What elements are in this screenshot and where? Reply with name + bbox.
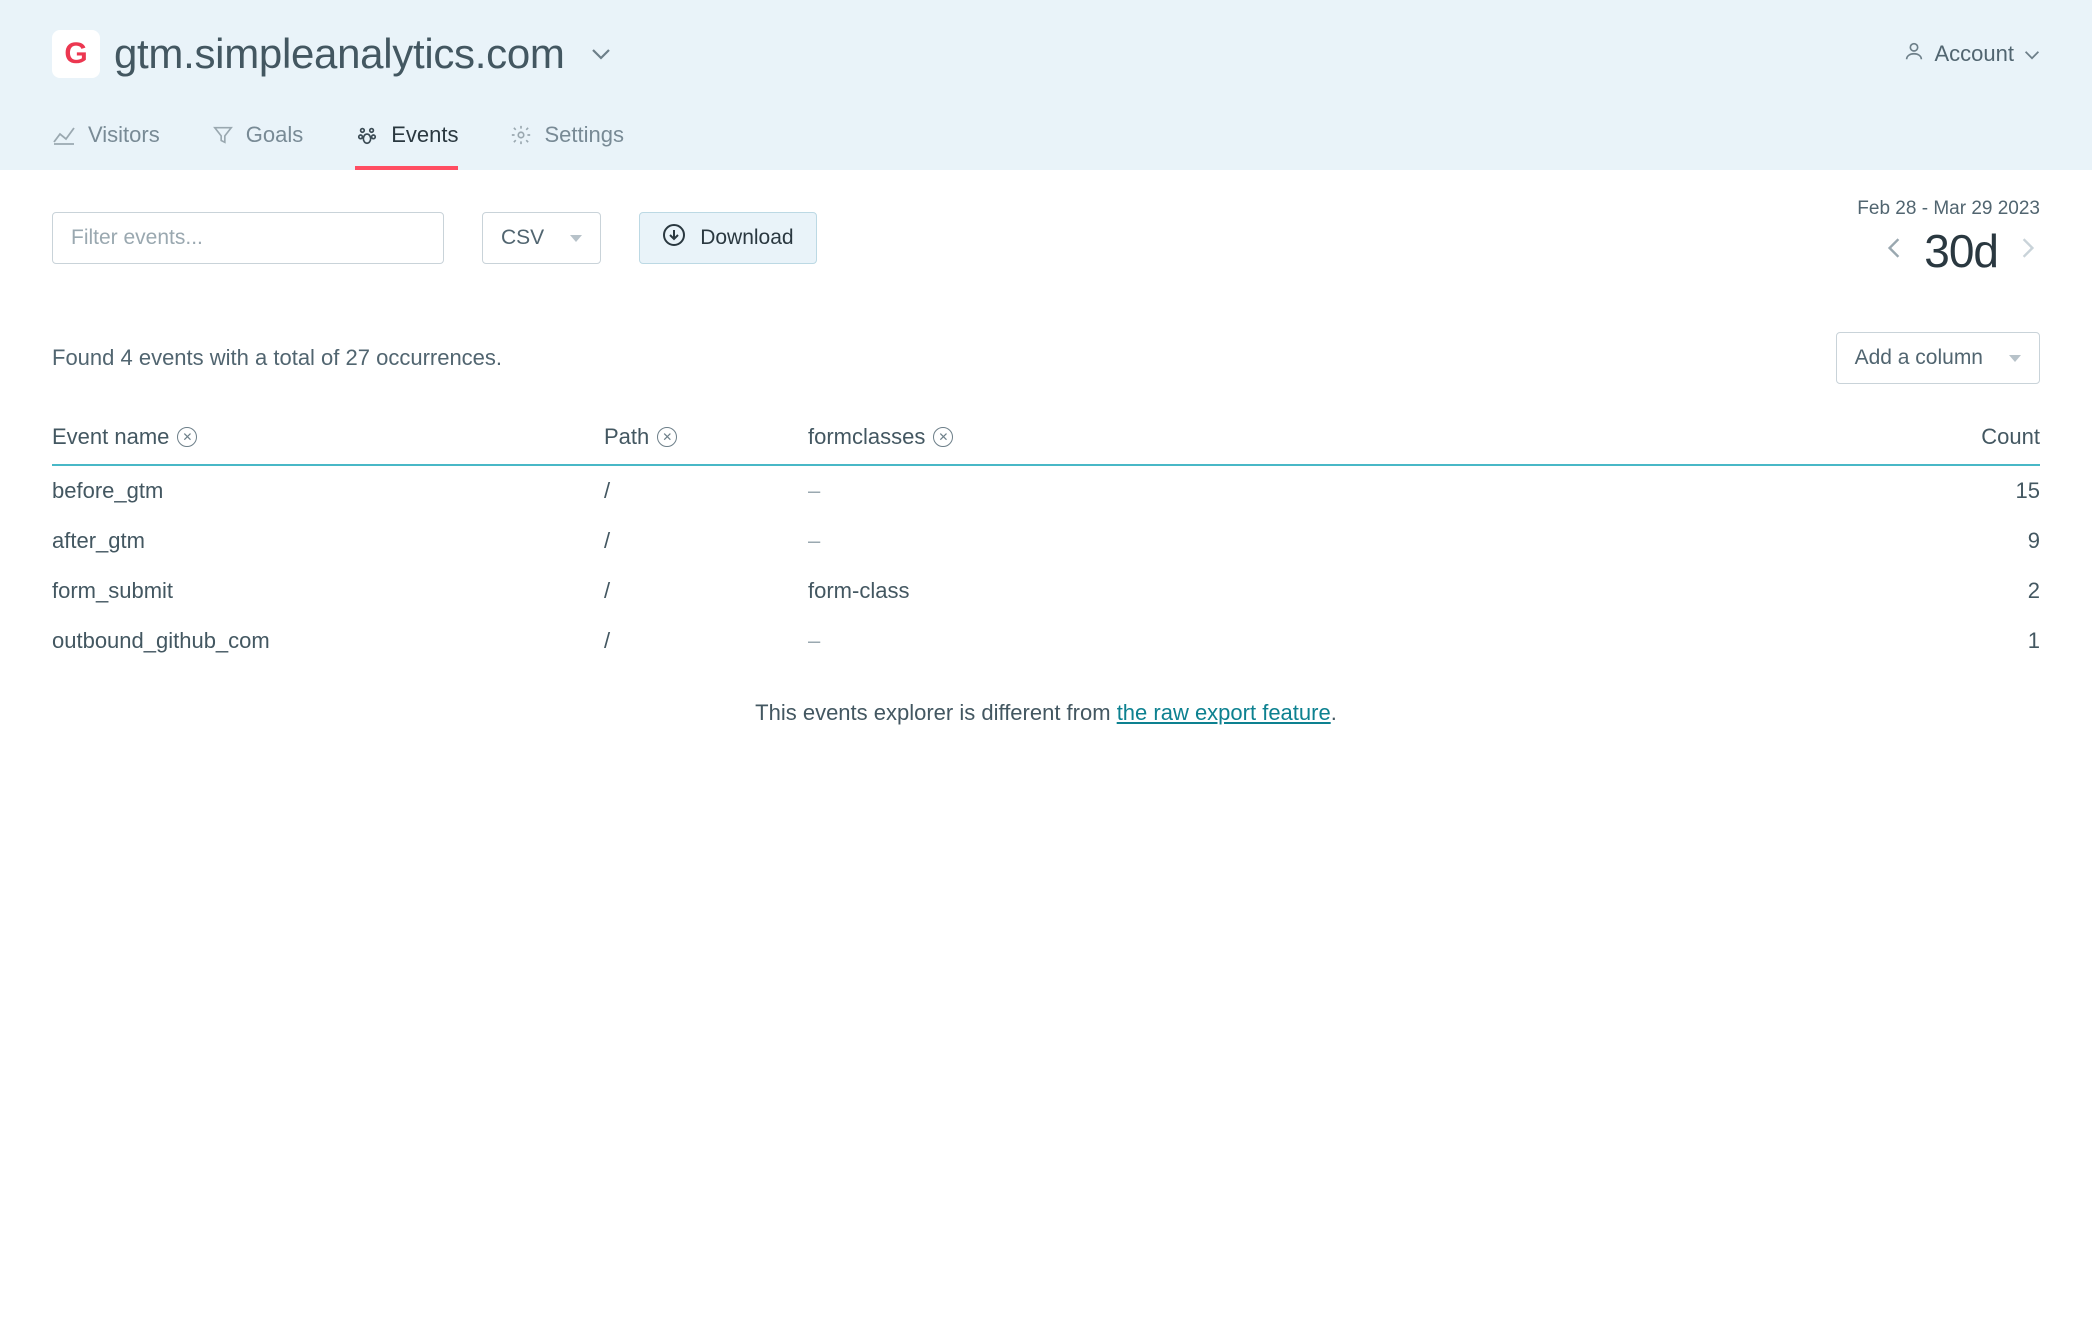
remove-column-icon[interactable]: ✕ [657, 427, 677, 447]
controls-row: CSV Download Feb 28 - Mar 29 2023 30d [52, 198, 2040, 278]
period-label[interactable]: 30d [1924, 224, 1998, 278]
footer-note: This events explorer is different from t… [52, 700, 2040, 726]
raw-export-link[interactable]: the raw export feature [1117, 700, 1331, 725]
export-format-select[interactable]: CSV [482, 212, 601, 264]
site-chevron-down-icon[interactable] [591, 47, 611, 61]
column-count[interactable]: Count [1920, 424, 2040, 450]
table-row[interactable]: form_submit / form-class 2 [52, 566, 2040, 616]
triangle-down-icon [2009, 355, 2021, 362]
table-header: Event name ✕ Path ✕ formclasses ✕ Count [52, 424, 2040, 466]
cell-formclasses: – [808, 528, 1920, 554]
column-path[interactable]: Path ✕ [604, 424, 808, 450]
tab-settings[interactable]: Settings [510, 114, 624, 170]
remove-column-icon[interactable]: ✕ [177, 427, 197, 447]
user-icon [1903, 40, 1925, 68]
paw-icon [355, 124, 379, 146]
content: CSV Download Feb 28 - Mar 29 2023 30d [0, 170, 2092, 766]
account-label: Account [1935, 41, 2015, 67]
cell-path: / [604, 478, 808, 504]
tab-goals[interactable]: Goals [212, 114, 303, 170]
add-column-select[interactable]: Add a column [1836, 332, 2040, 384]
cell-count: 15 [1920, 478, 2040, 504]
controls-left: CSV Download [52, 212, 817, 264]
col-label: formclasses [808, 424, 925, 450]
tab-label: Visitors [88, 122, 160, 148]
footer-prefix: This events explorer is different from [755, 700, 1117, 725]
header-band: G gtm.simpleanalytics.com Account Visito… [0, 0, 2092, 170]
col-label: Event name [52, 424, 169, 450]
filter-events-input[interactable] [52, 212, 444, 264]
tab-visitors[interactable]: Visitors [52, 114, 160, 170]
download-button[interactable]: Download [639, 212, 816, 264]
site-identity[interactable]: G gtm.simpleanalytics.com [52, 30, 611, 78]
table-row[interactable]: after_gtm / – 9 [52, 516, 2040, 566]
cell-event-name: after_gtm [52, 528, 604, 554]
date-range-label: Feb 28 - Mar 29 2023 [1857, 198, 2040, 220]
cell-formclasses: – [808, 478, 1920, 504]
footer-suffix: . [1331, 700, 1337, 725]
remove-column-icon[interactable]: ✕ [933, 427, 953, 447]
tab-label: Goals [246, 122, 303, 148]
gear-icon [510, 124, 532, 146]
period-prev-button[interactable] [1882, 233, 1906, 269]
period-next-button[interactable] [2016, 233, 2040, 269]
cell-formclasses: form-class [808, 578, 1920, 604]
account-menu[interactable]: Account [1903, 40, 2041, 68]
period-row: 30d [1857, 224, 2040, 278]
summary-text: Found 4 events with a total of 27 occurr… [52, 345, 502, 371]
add-column-label: Add a column [1855, 346, 1983, 370]
cell-path: / [604, 528, 808, 554]
download-label: Download [700, 226, 793, 250]
cell-event-name: outbound_github_com [52, 628, 604, 654]
events-table: Event name ✕ Path ✕ formclasses ✕ Count … [52, 424, 2040, 666]
cell-path: / [604, 628, 808, 654]
tabs: Visitors Goals Events Settings [52, 114, 2040, 170]
cell-path: / [604, 578, 808, 604]
table-row[interactable]: before_gtm / – 15 [52, 466, 2040, 516]
download-icon [662, 223, 686, 253]
triangle-down-icon [570, 235, 582, 242]
chart-icon [52, 124, 76, 146]
cell-count: 9 [1920, 528, 2040, 554]
title-row: G gtm.simpleanalytics.com Account [52, 30, 2040, 78]
cell-count: 2 [1920, 578, 2040, 604]
column-formclasses[interactable]: formclasses ✕ [808, 424, 1920, 450]
summary-row: Found 4 events with a total of 27 occurr… [52, 332, 2040, 384]
column-event-name[interactable]: Event name ✕ [52, 424, 604, 450]
tab-label: Settings [544, 122, 624, 148]
funnel-icon [212, 124, 234, 146]
table-row[interactable]: outbound_github_com / – 1 [52, 616, 2040, 666]
controls-right: Feb 28 - Mar 29 2023 30d [1857, 198, 2040, 278]
col-label: Count [1981, 424, 2040, 450]
tab-events[interactable]: Events [355, 114, 458, 170]
site-logo: G [52, 30, 100, 78]
account-chevron-down-icon [2024, 41, 2040, 67]
tab-label: Events [391, 122, 458, 148]
cell-event-name: form_submit [52, 578, 604, 604]
cell-event-name: before_gtm [52, 478, 604, 504]
site-title: gtm.simpleanalytics.com [114, 30, 565, 78]
format-value: CSV [501, 226, 544, 250]
cell-count: 1 [1920, 628, 2040, 654]
cell-formclasses: – [808, 628, 1920, 654]
col-label: Path [604, 424, 649, 450]
